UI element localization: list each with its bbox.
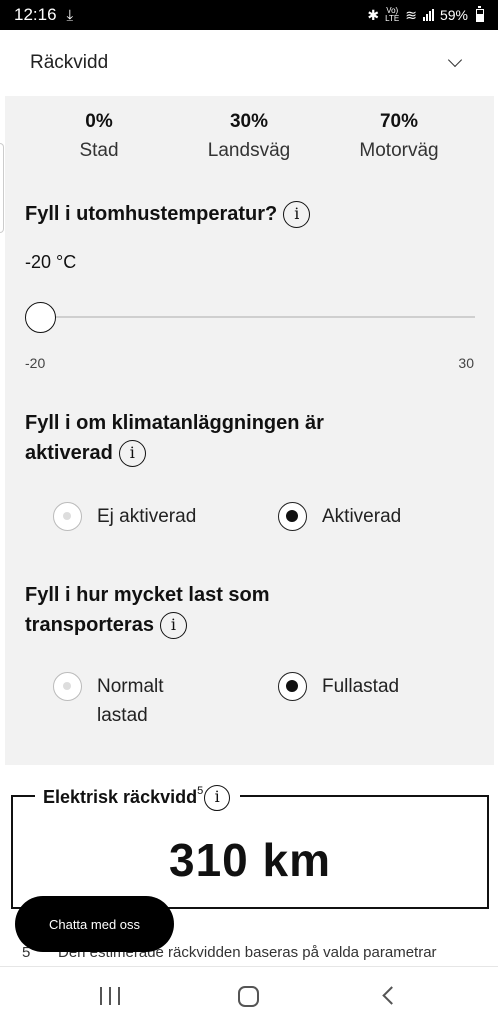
- battery-icon: [476, 5, 484, 22]
- section-header[interactable]: Räckvidd: [0, 30, 498, 96]
- split-highway: 70% Motorväg: [324, 108, 474, 166]
- edge-panel-handle[interactable]: [0, 143, 4, 233]
- climate-question: Fyll i om klimatanläggningen är aktivera…: [25, 408, 324, 468]
- android-navigation-bar: [0, 966, 498, 1024]
- split-percent: 30%: [229, 111, 269, 132]
- split-city: 0% Stad: [24, 108, 174, 166]
- radio-label: Normalt lastad: [97, 672, 164, 730]
- radio-button-selected[interactable]: [278, 502, 307, 531]
- info-icon[interactable]: i: [204, 785, 231, 812]
- temperature-slider-thumb[interactable]: [25, 302, 56, 333]
- radio-button-unselected[interactable]: [53, 672, 82, 701]
- temperature-question: Fyll i utomhustemperatur? i: [25, 199, 311, 229]
- radio-climate-on[interactable]: Aktiverad: [278, 502, 401, 531]
- range-result-label: Elektrisk räckvidd5 i: [35, 782, 241, 812]
- download-icon: ⤓: [66, 6, 74, 24]
- radio-label-line2: lastad: [97, 705, 148, 726]
- split-label: Landsväg: [207, 140, 291, 161]
- slider-max-label: 30: [458, 355, 474, 371]
- radio-label: Ej aktiverad: [97, 506, 197, 527]
- split-percent: 70%: [379, 111, 419, 132]
- radio-label: Aktiverad: [322, 506, 402, 527]
- slider-min-label: -20: [25, 355, 46, 371]
- radio-button-unselected[interactable]: [53, 502, 82, 531]
- radio-climate-off[interactable]: Ej aktiverad: [53, 502, 196, 531]
- temperature-value: -20 °C: [25, 252, 77, 272]
- temperature-slider-track[interactable]: [39, 316, 475, 318]
- home-icon[interactable]: [238, 986, 259, 1007]
- split-label: Stad: [79, 140, 119, 161]
- status-bar: 12:16 ⤓ ✱ Vo) LTE ≋ 59%: [0, 0, 498, 30]
- info-icon[interactable]: i: [283, 201, 311, 229]
- back-icon[interactable]: [382, 986, 401, 1005]
- wifi-icon: ≋: [405, 6, 417, 23]
- climate-question-line2: aktiverad: [25, 442, 113, 464]
- range-result-title: Elektrisk räckvidd: [43, 787, 198, 807]
- radio-label: Fullastad: [322, 676, 400, 697]
- radio-load-normal[interactable]: Normalt lastad: [53, 672, 164, 730]
- info-icon[interactable]: i: [159, 612, 187, 640]
- range-result-box: Elektrisk räckvidd5 i 310 km: [11, 782, 489, 909]
- chevron-down-icon[interactable]: [447, 52, 463, 68]
- info-icon[interactable]: i: [118, 440, 146, 468]
- radio-load-full[interactable]: Fullastad: [278, 672, 399, 701]
- battery-percent: 59%: [439, 7, 468, 23]
- load-question: Fyll i hur mycket last som transporteras…: [25, 580, 270, 640]
- volte-icon: Vo) LTE: [385, 6, 400, 23]
- section-title: Räckvidd: [30, 52, 109, 73]
- chat-button[interactable]: Chatta med oss: [15, 896, 174, 952]
- status-icons: ✱ Vo) LTE ≋ 59%: [367, 5, 484, 24]
- split-percent: 0%: [85, 111, 113, 132]
- split-label: Motorväg: [359, 140, 439, 161]
- bluetooth-icon: ✱: [367, 6, 380, 23]
- load-question-line2: transporteras: [25, 614, 154, 636]
- temperature-question-text: Fyll i utomhustemperatur?: [25, 203, 278, 225]
- range-result-value: 310 km: [168, 834, 331, 886]
- footnote-ref: 5: [197, 785, 204, 797]
- recents-icon[interactable]: [100, 987, 120, 1005]
- range-settings-panel: 0% Stad 30% Landsväg 70% Motorväg Fyll i…: [5, 96, 494, 765]
- climate-question-line1: Fyll i om klimatanläggningen är: [25, 412, 324, 434]
- radio-label-line1: Normalt: [97, 676, 164, 697]
- radio-button-selected[interactable]: [278, 672, 307, 701]
- status-time: 12:16: [14, 5, 57, 24]
- signal-icon: [422, 9, 434, 21]
- split-country-road: 30% Landsväg: [174, 108, 324, 166]
- load-question-line1: Fyll i hur mycket last som: [25, 584, 270, 606]
